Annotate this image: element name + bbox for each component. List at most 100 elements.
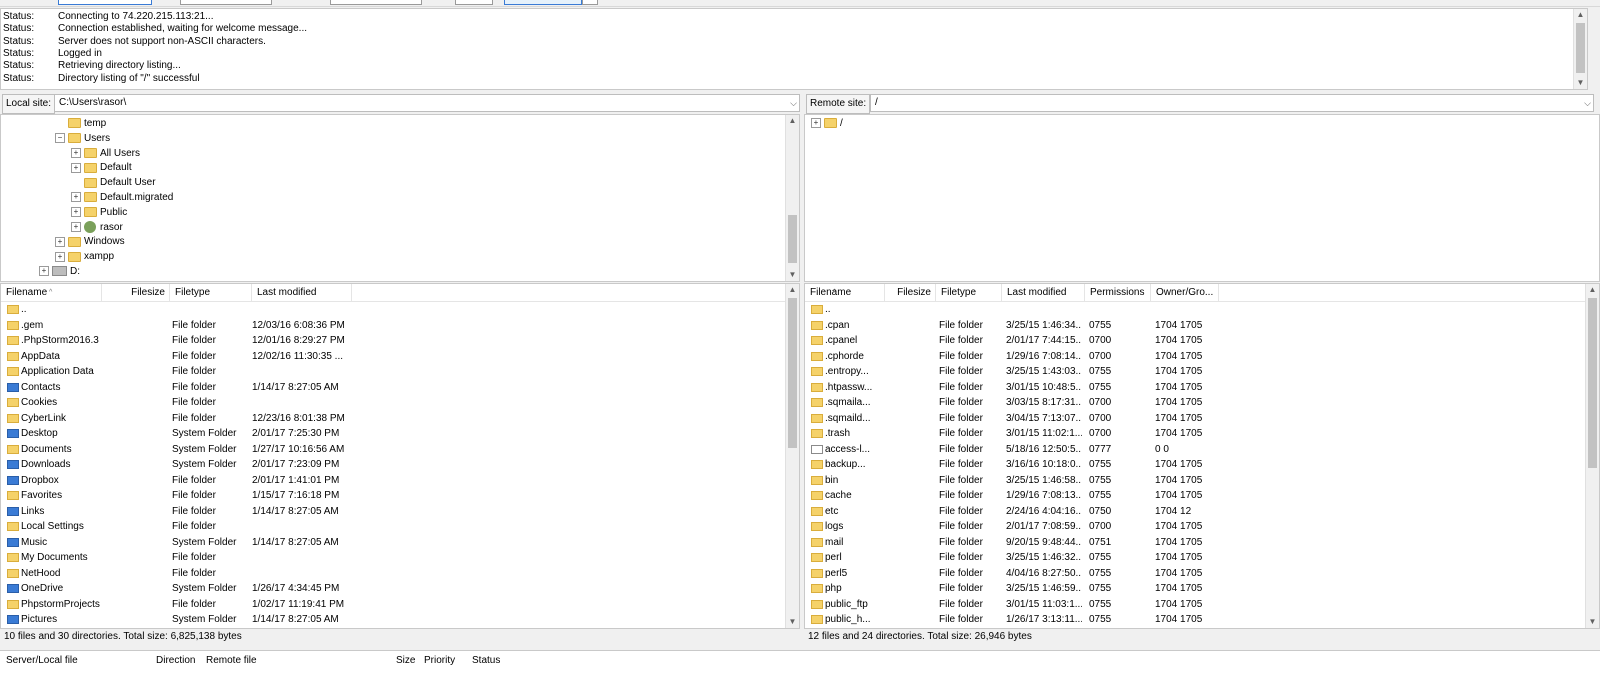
tree-item[interactable]: temp xyxy=(55,116,106,131)
queue-column-status[interactable]: Status xyxy=(472,655,500,666)
expand-icon[interactable]: + xyxy=(71,221,81,232)
remote-list-scroll-thumb[interactable] xyxy=(1588,298,1597,468)
table-row[interactable]: PhpstormProjects File folder 1/02/17 11:19… xyxy=(1,597,761,613)
local-site-path-input[interactable]: C:\Users\rasor\ ⌵ xyxy=(54,94,800,112)
password-input[interactable] xyxy=(330,0,422,5)
scroll-down-icon[interactable]: ▼ xyxy=(786,269,799,281)
username-input[interactable] xyxy=(180,0,272,5)
tree-item[interactable]: + Default.migrated xyxy=(71,190,173,205)
remote-list-scrollbar[interactable]: ▲ ▼ xyxy=(1585,284,1599,628)
local-tree-scrollbar[interactable]: ▲ ▼ xyxy=(785,115,799,281)
expand-icon[interactable]: + xyxy=(71,207,81,218)
table-row[interactable]: .entropy... File folder 3/25/15 1:43:03...… xyxy=(805,364,1565,380)
host-input[interactable] xyxy=(58,0,152,5)
table-row[interactable]: Dropbox File folder 2/01/17 1:41:01 PM xyxy=(1,473,761,489)
expand-icon[interactable]: + xyxy=(55,236,65,247)
table-row[interactable]: .sqmaila... File folder 3/03/15 8:17:31...… xyxy=(805,395,1565,411)
column-header-filename[interactable]: Filename xyxy=(805,284,885,301)
table-row[interactable]: AppData File folder 12/02/16 11:30:35 ... xyxy=(1,349,761,365)
table-row[interactable]: .gem File folder 12/03/16 6:08:36 PM xyxy=(1,318,761,334)
table-row[interactable]: .cphorde File folder 1/29/16 7:08:14... 070… xyxy=(805,349,1565,365)
tree-item[interactable]: − Users xyxy=(55,131,110,146)
column-header-filesize[interactable]: Filesize xyxy=(885,284,936,301)
table-row[interactable]: mail File folder 9/20/15 9:48:44... 0751 170… xyxy=(805,535,1565,551)
table-row[interactable]: perl5 File folder 4/04/16 8:27:50... 0755 17… xyxy=(805,566,1565,582)
column-header-last-modified[interactable]: Last modified xyxy=(252,284,352,301)
table-row[interactable]: Links File folder 1/14/17 8:27:05 AM xyxy=(1,504,761,520)
table-row[interactable]: Local Settings File folder xyxy=(1,519,761,535)
table-row[interactable]: Contacts File folder 1/14/17 8:27:05 AM xyxy=(1,380,761,396)
table-row[interactable]: .PhpStorm2016.3 File folder 12/01/16 8:29:… xyxy=(1,333,761,349)
tree-item[interactable]: + Windows xyxy=(55,234,125,249)
expand-icon[interactable]: + xyxy=(39,266,49,277)
expand-icon[interactable]: + xyxy=(811,118,821,129)
tree-item[interactable]: Default User xyxy=(71,175,156,190)
table-row[interactable]: .. xyxy=(1,302,761,318)
tree-item[interactable]: + rasor xyxy=(71,220,123,235)
column-header-owner-group[interactable]: Owner/Gro... xyxy=(1151,284,1219,301)
column-header-filesize[interactable]: Filesize xyxy=(102,284,170,301)
table-row[interactable]: Downloads System Folder 2/01/17 7:23:09 PM xyxy=(1,457,761,473)
tree-item[interactable]: + xampp xyxy=(55,249,114,264)
scroll-up-icon[interactable]: ▲ xyxy=(786,115,799,127)
table-row[interactable]: Pictures System Folder 1/14/17 8:27:05 AM xyxy=(1,612,761,628)
log-scrollbar[interactable]: ▲ ▼ xyxy=(1573,9,1587,89)
table-row[interactable]: logs File folder 2/01/17 7:08:59... 0700 170… xyxy=(805,519,1565,535)
chevron-down-icon[interactable]: ⌵ xyxy=(790,95,797,111)
table-row[interactable]: My Documents File folder xyxy=(1,550,761,566)
tree-item[interactable]: + Default xyxy=(71,160,132,175)
table-row[interactable]: cache File folder 1/29/16 7:08:13... 0755 17… xyxy=(805,488,1565,504)
quickconnect-button[interactable] xyxy=(504,0,582,5)
table-row[interactable]: .. xyxy=(805,302,1565,318)
column-header-filetype[interactable]: Filetype xyxy=(170,284,252,301)
table-row[interactable]: bin File folder 3/25/15 1:46:58... 0755 1704… xyxy=(805,473,1565,489)
table-row[interactable]: Documents System Folder 1/27/17 10:16:56 A… xyxy=(1,442,761,458)
scroll-down-icon[interactable]: ▼ xyxy=(1574,77,1587,89)
table-row[interactable]: access-l... File folder 5/18/16 12:50:5...… xyxy=(805,442,1565,458)
table-row[interactable]: OneDrive System Folder 1/26/17 4:34:45 PM xyxy=(1,581,761,597)
table-row[interactable]: public_ftp File folder 3/01/15 11:03:1... 0… xyxy=(805,597,1565,613)
table-row[interactable]: .htpassw... File folder 3/01/15 10:48:5...… xyxy=(805,380,1565,396)
scroll-up-icon[interactable]: ▲ xyxy=(786,284,799,296)
table-row[interactable]: .cpan File folder 3/25/15 1:46:34... 0755 17… xyxy=(805,318,1565,334)
table-row[interactable]: .sqmaild... File folder 3/04/15 7:13:07...… xyxy=(805,411,1565,427)
column-header-permissions[interactable]: Permissions xyxy=(1085,284,1151,301)
queue-column-direction[interactable]: Direction xyxy=(156,655,195,666)
scroll-down-icon[interactable]: ▼ xyxy=(786,616,799,628)
expand-icon[interactable]: + xyxy=(71,192,81,203)
tree-item[interactable]: + / xyxy=(811,116,843,131)
queue-column-remote-file[interactable]: Remote file xyxy=(206,655,257,666)
table-row[interactable]: .trash File folder 3/01/15 11:02:1... 0700 1… xyxy=(805,426,1565,442)
scroll-down-icon[interactable]: ▼ xyxy=(1586,616,1599,628)
local-tree-scroll-thumb[interactable] xyxy=(788,215,797,263)
table-row[interactable]: Cookies File folder xyxy=(1,395,761,411)
table-row[interactable]: etc File folder 2/24/16 4:04:16... 0750 1704… xyxy=(805,504,1565,520)
expand-icon[interactable]: + xyxy=(55,251,65,262)
table-row[interactable]: Favorites File folder 1/15/17 7:16:18 PM xyxy=(1,488,761,504)
remote-site-path-input[interactable]: / ⌵ xyxy=(870,94,1594,112)
column-header-filename[interactable]: Filename xyxy=(1,284,102,301)
chevron-down-icon[interactable]: ⌵ xyxy=(1584,95,1591,111)
collapse-icon[interactable]: − xyxy=(55,133,65,144)
table-row[interactable]: CyberLink File folder 12/23/16 8:01:38 PM xyxy=(1,411,761,427)
queue-column-priority[interactable]: Priority xyxy=(424,655,455,666)
queue-column-size[interactable]: Size xyxy=(396,655,415,666)
port-input[interactable] xyxy=(455,0,493,5)
table-row[interactable]: php File folder 3/25/15 1:46:59... 0755 1704… xyxy=(805,581,1565,597)
table-row[interactable]: backup... File folder 3/16/16 10:18:0... 07… xyxy=(805,457,1565,473)
scroll-up-icon[interactable]: ▲ xyxy=(1586,284,1599,296)
queue-column-server-local-file[interactable]: Server/Local file xyxy=(6,655,78,666)
table-row[interactable]: NetHood File folder xyxy=(1,566,761,582)
expand-icon[interactable]: + xyxy=(71,147,81,158)
table-row[interactable]: .cpanel File folder 2/01/17 7:44:15... 0700… xyxy=(805,333,1565,349)
table-row[interactable]: Application Data File folder xyxy=(1,364,761,380)
table-row[interactable]: perl File folder 3/25/15 1:46:32... 0755 170… xyxy=(805,550,1565,566)
table-row[interactable]: Desktop System Folder 2/01/17 7:25:30 PM xyxy=(1,426,761,442)
column-header-filetype[interactable]: Filetype xyxy=(936,284,1002,301)
log-scroll-thumb[interactable] xyxy=(1576,23,1585,73)
expand-icon[interactable]: + xyxy=(71,162,81,173)
tree-item[interactable]: + All Users xyxy=(71,146,140,161)
local-list-scrollbar[interactable]: ▲ ▼ xyxy=(785,284,799,628)
tree-item[interactable]: + D: xyxy=(39,264,80,279)
column-header-last-modified[interactable]: Last modified xyxy=(1002,284,1085,301)
